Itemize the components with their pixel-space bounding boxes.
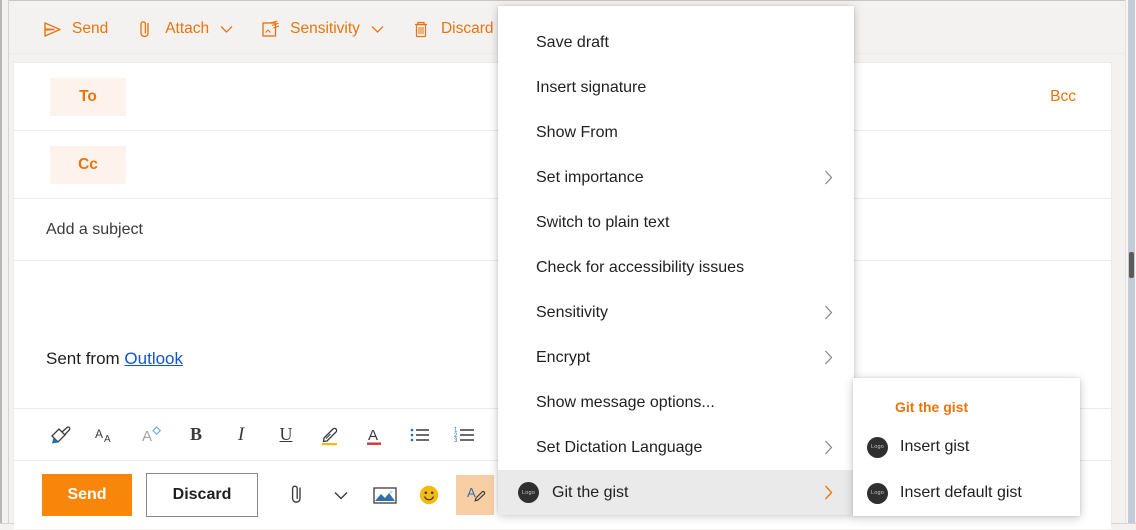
gist-logo-icon: Logo — [867, 482, 888, 504]
sensitivity-label-icon — [259, 18, 281, 40]
command-discard-label: Discard — [440, 20, 494, 37]
format-painter-icon[interactable] — [44, 418, 78, 452]
menu-item-set-importance[interactable]: Set importance — [498, 155, 854, 200]
svg-text:A: A — [142, 428, 152, 445]
italic-glyph: I — [237, 423, 245, 445]
command-attach[interactable]: Attach — [132, 12, 235, 46]
send-button[interactable]: Send — [42, 474, 132, 516]
font-color-icon[interactable]: A — [359, 418, 393, 452]
submenu-item-label: Insert default gist — [900, 484, 1022, 501]
chevron-down-icon[interactable] — [324, 478, 358, 512]
outlook-link[interactable]: Outlook — [124, 349, 183, 368]
svg-text:A: A — [467, 485, 476, 500]
menu-item-label: Set Dictation Language — [536, 438, 703, 456]
menu-item-label: Sensitivity — [536, 303, 609, 321]
command-send[interactable]: Send — [39, 12, 110, 46]
chevron-right-icon — [820, 305, 836, 320]
numbered-list-icon[interactable]: 1 2 3 — [449, 418, 483, 452]
menu-item-set-dictation-language[interactable]: Set Dictation Language — [498, 425, 854, 470]
attach-paperclip-icon[interactable] — [280, 478, 314, 512]
menu-item-encrypt[interactable]: Encrypt — [498, 335, 854, 380]
menu-item-label: Show From — [536, 123, 618, 141]
gist-submenu: Git the gist Logo Insert gist Logo Inser… — [853, 378, 1080, 516]
submenu-item-insert-default-gist[interactable]: Logo Insert default gist — [853, 470, 1080, 516]
menu-item-label: Check for accessibility issues — [536, 258, 745, 276]
menu-item-git-the-gist[interactable]: Logo Git the gist — [498, 470, 854, 515]
menu-item-show-from[interactable]: Show From — [498, 110, 854, 155]
window-left-edge — [0, 0, 9, 530]
menu-item-save-draft[interactable]: Save draft — [498, 20, 854, 65]
chevron-right-icon — [820, 440, 836, 455]
underline-icon[interactable]: U — [269, 418, 303, 452]
paperclip-icon — [134, 18, 156, 40]
italic-icon[interactable]: I — [224, 418, 258, 452]
vertical-scrollbar-thumb[interactable] — [1129, 252, 1134, 278]
menu-item-check-accessibility[interactable]: Check for accessibility issues — [498, 245, 854, 290]
svg-text:A: A — [104, 434, 111, 445]
underline-glyph: U — [279, 424, 293, 444]
emoji-icon[interactable] — [412, 478, 446, 512]
gist-logo-icon: Logo — [867, 436, 888, 458]
svg-text:A: A — [368, 427, 378, 444]
command-sensitivity[interactable]: Sensitivity — [257, 12, 386, 46]
body-signature: Sent from Outlook — [46, 349, 183, 369]
command-discard[interactable]: Discard — [408, 12, 496, 46]
svg-text:3: 3 — [454, 438, 458, 444]
command-sensitivity-label: Sensitivity — [290, 20, 360, 37]
menu-item-label: Insert signature — [536, 78, 647, 96]
font-size-icon[interactable]: A A — [89, 418, 123, 452]
highlight-icon[interactable] — [314, 418, 348, 452]
to-button[interactable]: To — [50, 77, 126, 116]
context-menu: Save draft Insert signature Show From Se… — [498, 6, 854, 515]
menu-item-label: Switch to plain text — [536, 213, 670, 231]
window-right-edge — [1125, 0, 1136, 530]
chevron-down-icon — [371, 25, 384, 34]
trash-icon — [410, 18, 432, 40]
chevron-right-icon — [820, 170, 836, 185]
bulleted-list-icon[interactable] — [404, 418, 438, 452]
insert-picture-icon[interactable] — [368, 478, 402, 512]
menu-item-switch-to-plain-text[interactable]: Switch to plain text — [498, 200, 854, 245]
menu-item-label: Git the gist — [552, 483, 629, 501]
send-arrow-icon — [41, 18, 63, 40]
bcc-button[interactable]: Bcc — [1050, 88, 1076, 106]
menu-item-label: Show message options... — [536, 393, 715, 411]
signature-icon[interactable]: A — [456, 475, 494, 515]
command-send-label: Send — [72, 20, 109, 37]
gist-logo-icon: Logo — [518, 482, 539, 503]
menu-item-sensitivity[interactable]: Sensitivity — [498, 290, 854, 335]
menu-item-label: Save draft — [536, 33, 609, 51]
chevron-right-icon — [820, 350, 836, 365]
gist-submenu-header: Git the gist — [895, 399, 969, 415]
chevron-right-icon — [820, 485, 836, 500]
subject-input[interactable]: Add a subject — [46, 221, 143, 239]
command-attach-label: Attach — [165, 20, 210, 37]
window-left-border — [0, 0, 2, 530]
menu-item-label: Encrypt — [536, 348, 591, 366]
submenu-item-insert-gist[interactable]: Logo Insert gist — [853, 424, 1080, 470]
submenu-item-label: Insert gist — [900, 438, 970, 455]
chevron-down-icon — [220, 25, 233, 34]
discard-button[interactable]: Discard — [146, 473, 258, 517]
menu-item-label: Set importance — [536, 168, 644, 186]
menu-item-insert-signature[interactable]: Insert signature — [498, 65, 854, 110]
svg-text:A: A — [95, 427, 103, 441]
body-signature-prefix: Sent from — [46, 349, 125, 368]
compose-window: Send Attach Sensitivity Discard To Bcc C… — [0, 0, 1136, 530]
cc-button[interactable]: Cc — [50, 145, 126, 184]
font-style-icon[interactable]: A — [134, 418, 168, 452]
menu-item-show-message-options[interactable]: Show message options... — [498, 380, 854, 425]
bold-glyph: B — [189, 424, 202, 444]
bold-icon[interactable]: B — [179, 418, 213, 452]
